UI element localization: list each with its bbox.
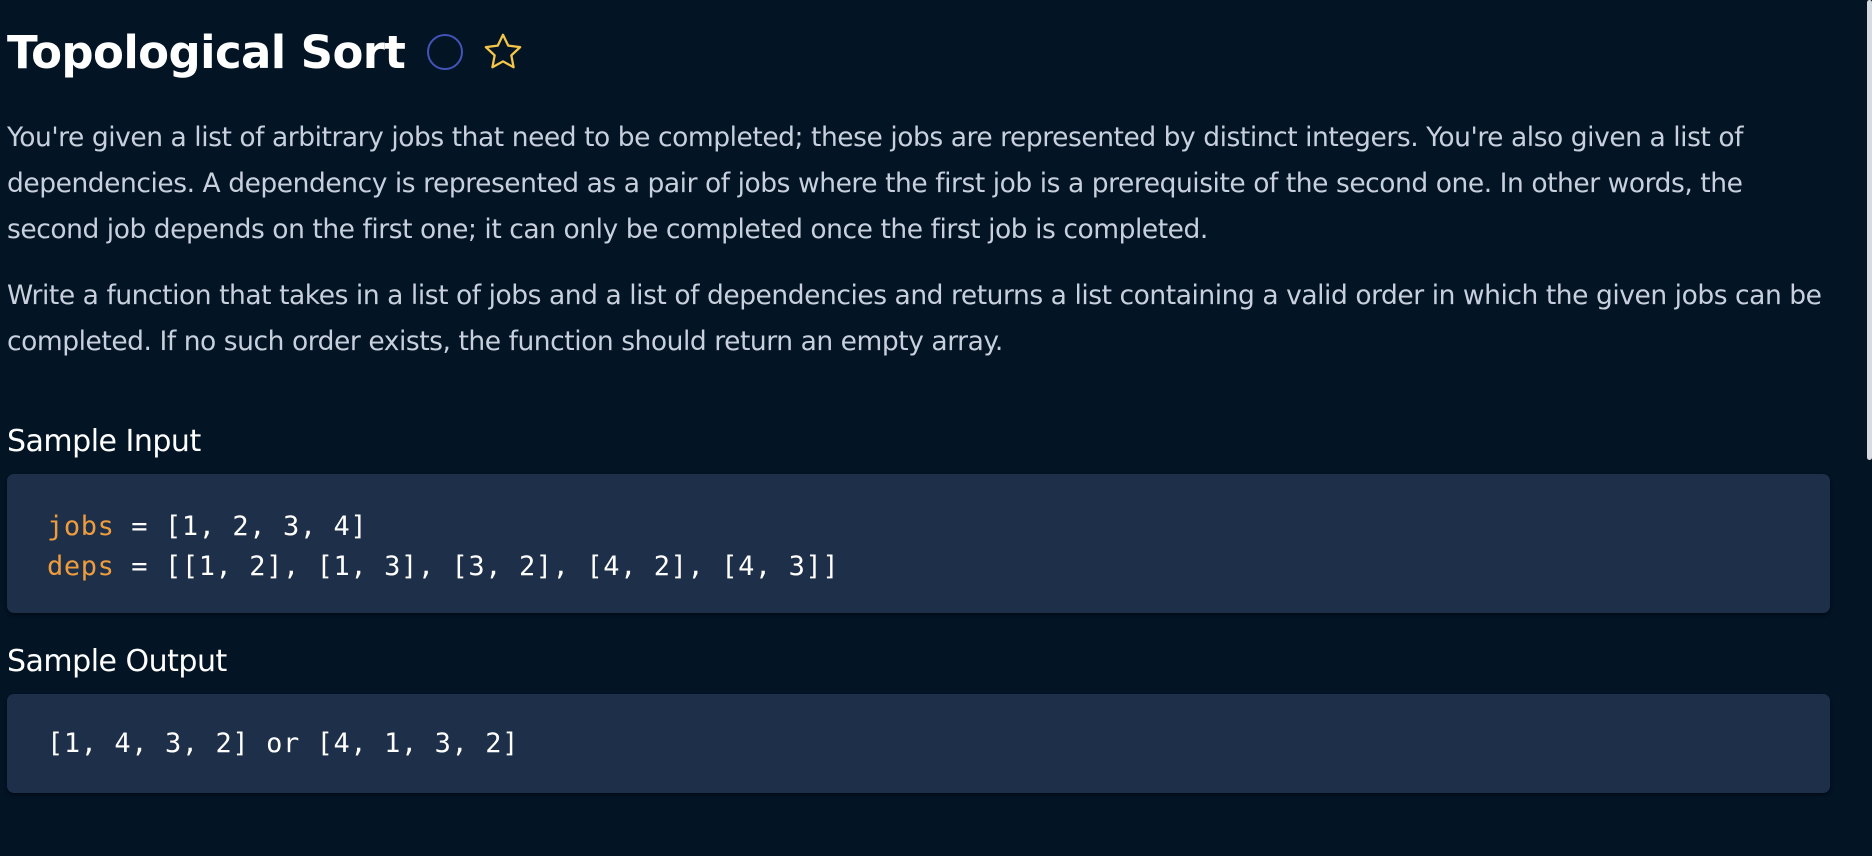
sample-output-heading: Sample Output [7,644,227,679]
sample-input-code-block: jobs = [1, 2, 3, 4] deps = [[1, 2], [1, … [7,474,1830,613]
scrollbar[interactable] [1867,0,1872,460]
sample-input-heading: Sample Input [7,424,201,459]
code-line: jobs = [1, 2, 3, 4] [47,507,1830,547]
code-variable: jobs [47,511,115,542]
star-icon[interactable] [481,30,525,74]
code-line: [1, 4, 3, 2] or [4, 1, 3, 2] [47,728,519,759]
problem-title: Topological Sort [7,25,406,79]
sample-output-code-block: [1, 4, 3, 2] or [4, 1, 3, 2] [7,694,1830,793]
code-line: deps = [[1, 2], [1, 3], [3, 2], [4, 2], … [47,547,1830,587]
code-variable: deps [47,551,115,582]
problem-description-paragraph: You're given a list of arbitrary jobs th… [7,122,1743,245]
circle-icon[interactable] [427,34,464,70]
problem-description-paragraph: Write a function that takes in a list of… [7,280,1822,357]
title-row: Topological Sort [7,22,525,82]
code-value: = [[1, 2], [1, 3], [3, 2], [4, 2], [4, 3… [114,551,840,582]
code-value: = [1, 2, 3, 4] [114,511,368,542]
